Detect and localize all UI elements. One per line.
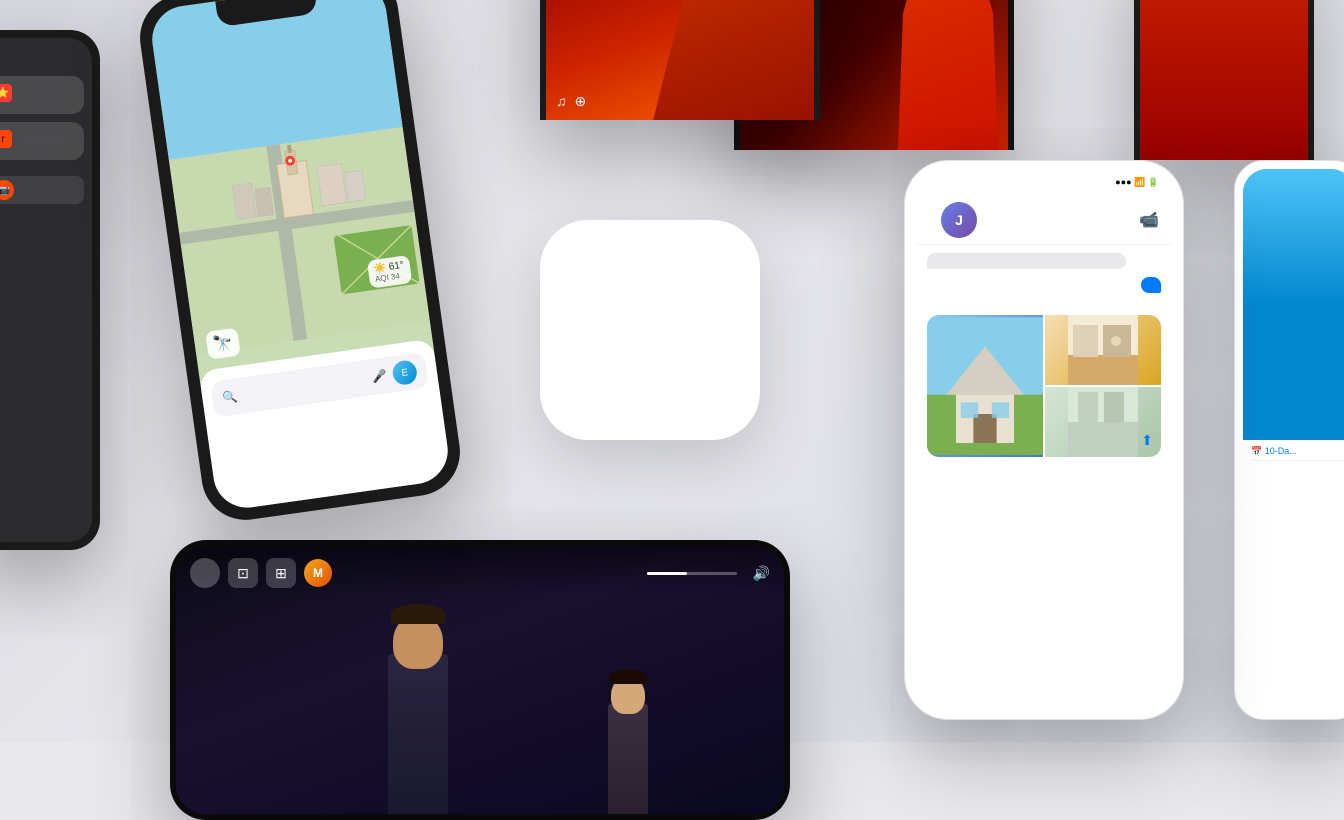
kitchen-svg [1045,315,1161,385]
calendar-header: 📅 10-Da... [1251,446,1344,461]
house-svg [927,315,1043,457]
notif-content: ⭐ r 📷 [0,38,92,212]
video-resize-btn[interactable]: ⊞ [266,558,296,588]
video-screen: ⊡ ⊞ M 🔊 [176,546,784,814]
kitchen-photo [1045,315,1161,385]
sent-bubble [1141,277,1161,293]
video-close-btn[interactable] [190,558,220,588]
app-icon-game: ⭐ [0,84,12,102]
video-controls: ⊡ ⊞ M 🔊 [176,546,784,596]
cal-today [1251,464,1344,468]
calendar-section: 📅 10-Da... [1243,440,1344,711]
weather-section [1243,169,1344,440]
camera-icon: 📷 [0,180,14,200]
video-person [358,594,558,814]
top-right-screen: ✉ [1140,0,1308,160]
music-note-icon: ♫ [556,93,567,110]
messages-phone: ●●● 📶 🔋 J 📹 [904,160,1184,720]
person2-body [608,704,648,814]
video-call-button[interactable]: 📹 [1139,210,1159,230]
contact-avatar: J [941,202,977,238]
fashion-image [653,0,814,120]
video-progress-fill [647,572,688,575]
person-body [388,654,448,814]
video-content: ⊡ ⊞ M 🔊 [176,546,784,814]
video-pip-btn[interactable]: ⊡ [228,558,258,588]
video-phone: ⊡ ⊞ M 🔊 [170,540,790,820]
music-info: ♫ ⊕ [556,89,586,110]
photo-grid: ⬆ [927,315,1161,457]
notification-phone: ⭐ r 📷 [0,30,100,550]
cal-tue [1251,471,1344,475]
notif-card-2: r [0,122,84,160]
messages-status-bar: ●●● 📶 🔋 [917,173,1171,190]
dress-shape [898,0,998,150]
notification-screen: ⭐ r 📷 [0,38,92,542]
ios15-logo [540,220,760,440]
weather-phone: 📅 10-Da... [1234,160,1344,720]
map-3d-view [148,0,435,387]
person2-hair [609,670,647,684]
cal-wed [1251,478,1344,482]
video-progress-bar [647,572,737,575]
music-screen: ♫ ⊕ [546,0,814,120]
video-person-2 [593,654,693,814]
music-icons: ♫ ⊕ [556,93,586,110]
received-bubble [927,253,1126,269]
top-right-phone: ✉ [1134,0,1314,160]
calendar-list: 📅 10-Da... [1251,446,1344,482]
map-svg [148,0,435,387]
house-photo [927,315,1043,457]
volume-icon[interactable]: 🔊 [753,565,770,582]
binoculars-badge: 🔭 [205,328,241,360]
notif-app-icon-1: ⭐ [0,84,76,102]
search-placeholder [243,378,366,395]
music-bg: ♫ ⊕ [546,0,814,120]
share-button[interactable]: ⬆ [1141,432,1153,449]
notif-app-icon-2: r [0,130,76,148]
reddit-icon: r [0,130,12,148]
messages-screen: ●●● 📶 🔋 J 📹 [917,173,1171,707]
weather-screen: 📅 10-Da... [1243,169,1344,711]
search-icon: 🔍 [222,390,239,406]
messages-header: J 📹 [917,190,1171,245]
music-phone: ♫ ⊕ [540,0,820,120]
airdrop-icon: ⊕ [575,93,587,110]
top-right-content: ✉ [1140,0,1308,160]
episode-info: M [304,559,639,587]
person-hair [391,604,445,624]
episode-avatar: M [304,559,332,587]
interior-photo: ⬆ [1045,387,1161,457]
messages-signal: ●●● 📶 🔋 [1115,177,1159,188]
notif-card-1: ⭐ [0,76,84,114]
user-avatar-maps: E [391,359,418,386]
mic-icon: 🎤 [371,369,388,385]
messages-body: ⬆ [917,245,1171,465]
